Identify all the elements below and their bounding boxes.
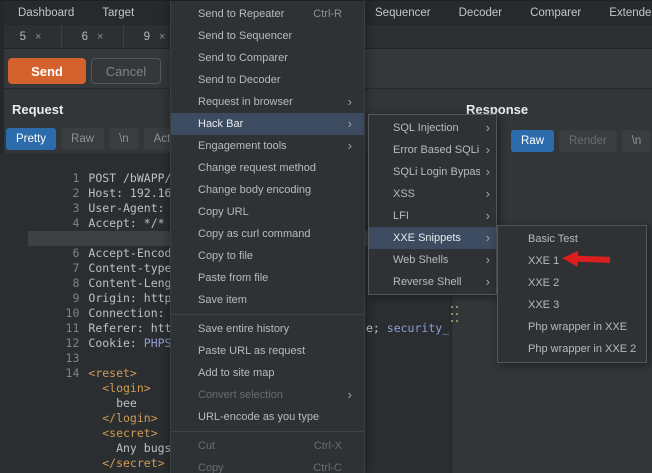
menu-item[interactable]: Copy to file [171, 245, 364, 267]
shortcut-label: Ctrl-X [313, 440, 342, 452]
send-button[interactable]: Send [8, 58, 86, 84]
menu-item[interactable]: Copy URL [171, 201, 364, 223]
repeater-tab[interactable]: 5 × [0, 25, 62, 48]
menu-item[interactable]: Change body encoding [171, 179, 364, 201]
tool-tabs-right: Sequencer Decoder Comparer Extender [361, 1, 652, 25]
chevron-right-icon: › [485, 252, 490, 267]
menu-item[interactable]: Convert selection › [171, 384, 364, 406]
menu-item[interactable]: Copy as curl command [171, 223, 364, 245]
annotation-arrow-icon [562, 250, 611, 267]
repeater-tabs: 5 × 6 × 9 × [0, 25, 186, 48]
close-icon[interactable]: × [35, 31, 41, 43]
cancel-button[interactable]: Cancel [91, 58, 161, 84]
chevron-right-icon: › [347, 116, 352, 131]
submenu-item[interactable]: Error Based SQLi › [369, 139, 496, 161]
xxe-snippets-submenu: Basic Test XXE 1 XXE 2 XXE 3 Php wrapper… [497, 225, 647, 363]
menu-item[interactable]: Add to site map [171, 362, 364, 384]
tool-tab[interactable]: Sequencer [361, 1, 445, 25]
view-tab[interactable]: \n [109, 128, 139, 150]
close-icon[interactable]: × [97, 31, 103, 43]
menu-item[interactable]: Send to Decoder [171, 69, 364, 91]
context-menu: Send to Repeater Ctrl-R Send to Sequence… [170, 1, 365, 473]
chevron-right-icon: › [485, 274, 490, 289]
repeater-tab[interactable]: 6 × [62, 25, 124, 48]
menu-item[interactable]: Send to Repeater Ctrl-R [171, 3, 364, 25]
submenu-item[interactable]: SQLi Login Bypass › [369, 161, 496, 183]
submenu-item[interactable]: XXE Snippets › [369, 227, 496, 249]
chevron-right-icon: › [485, 142, 490, 157]
tool-tab[interactable]: Comparer [516, 1, 595, 25]
cookie-line-overflow: e; security_ [366, 321, 450, 335]
menu-item[interactable]: Request in browser › [171, 91, 364, 113]
tool-tab[interactable]: Decoder [445, 1, 516, 25]
menu-item[interactable]: Save item [171, 289, 364, 315]
tool-tab[interactable]: Dashboard [4, 1, 88, 25]
tool-tab[interactable]: Extender [595, 1, 652, 25]
menu-item[interactable]: Send to Sequencer [171, 25, 364, 47]
menu-item[interactable]: Paste URL as request [171, 340, 364, 362]
view-tab[interactable]: Raw [511, 130, 555, 152]
chevron-right-icon: › [485, 230, 490, 245]
chevron-right-icon: › [485, 208, 490, 223]
tool-tab[interactable]: Target [88, 1, 148, 25]
menu-item[interactable]: URL-encode as you type [171, 406, 364, 432]
hackbar-submenu: SQL Injection › Error Based SQLi › SQLi … [368, 114, 497, 295]
tool-tabs-left: Dashboard Target [4, 1, 148, 25]
menu-item[interactable]: Send to Comparer [171, 47, 364, 69]
menu-item[interactable]: Engagement tools › [171, 135, 364, 157]
request-panel-title: Request [12, 102, 64, 117]
view-tab[interactable]: Pretty [6, 128, 57, 150]
submenu-item[interactable]: LFI › [369, 205, 496, 227]
menu-item[interactable]: Cut Ctrl-X [171, 435, 364, 457]
view-tab[interactable]: Raw [61, 128, 105, 150]
window-left-edge [0, 1, 4, 153]
menu-item[interactable]: Hack Bar › [171, 113, 364, 135]
shortcut-label: Ctrl-C [313, 462, 342, 473]
chevron-right-icon: › [347, 138, 352, 153]
chevron-right-icon: › [485, 186, 490, 201]
submenu-item[interactable]: Web Shells › [369, 249, 496, 271]
submenu-item[interactable]: Php wrapper in XXE 2 [498, 338, 646, 360]
chevron-right-icon: › [485, 164, 490, 179]
menu-item[interactable]: Copy Ctrl-C [171, 457, 364, 473]
submenu-item[interactable]: SQL Injection › [369, 117, 496, 139]
chevron-right-icon: › [347, 387, 352, 402]
submenu-item[interactable]: XXE 2 [498, 272, 646, 294]
chevron-right-icon: › [347, 94, 352, 109]
menu-item[interactable]: Save entire history [171, 318, 364, 340]
response-view-tabs: RawRender\nActions [511, 130, 652, 152]
shortcut-label: Ctrl-R [313, 8, 342, 20]
close-icon[interactable]: × [159, 31, 165, 43]
submenu-item[interactable]: XXE 3 [498, 294, 646, 316]
view-tab[interactable]: \n [621, 130, 652, 152]
burp-suite-window: Dashboard Target Sequencer Decoder Comparer… [0, 0, 652, 473]
splitter-grip-icon[interactable] [451, 306, 458, 322]
view-tab[interactable]: Render [559, 130, 617, 152]
submenu-item[interactable]: Reverse Shell › [369, 271, 496, 293]
menu-item[interactable]: Paste from file [171, 267, 364, 289]
menu-item[interactable]: Change request method [171, 157, 364, 179]
chevron-right-icon: › [485, 120, 490, 135]
submenu-item[interactable]: XSS › [369, 183, 496, 205]
submenu-item[interactable]: Php wrapper in XXE [498, 316, 646, 338]
